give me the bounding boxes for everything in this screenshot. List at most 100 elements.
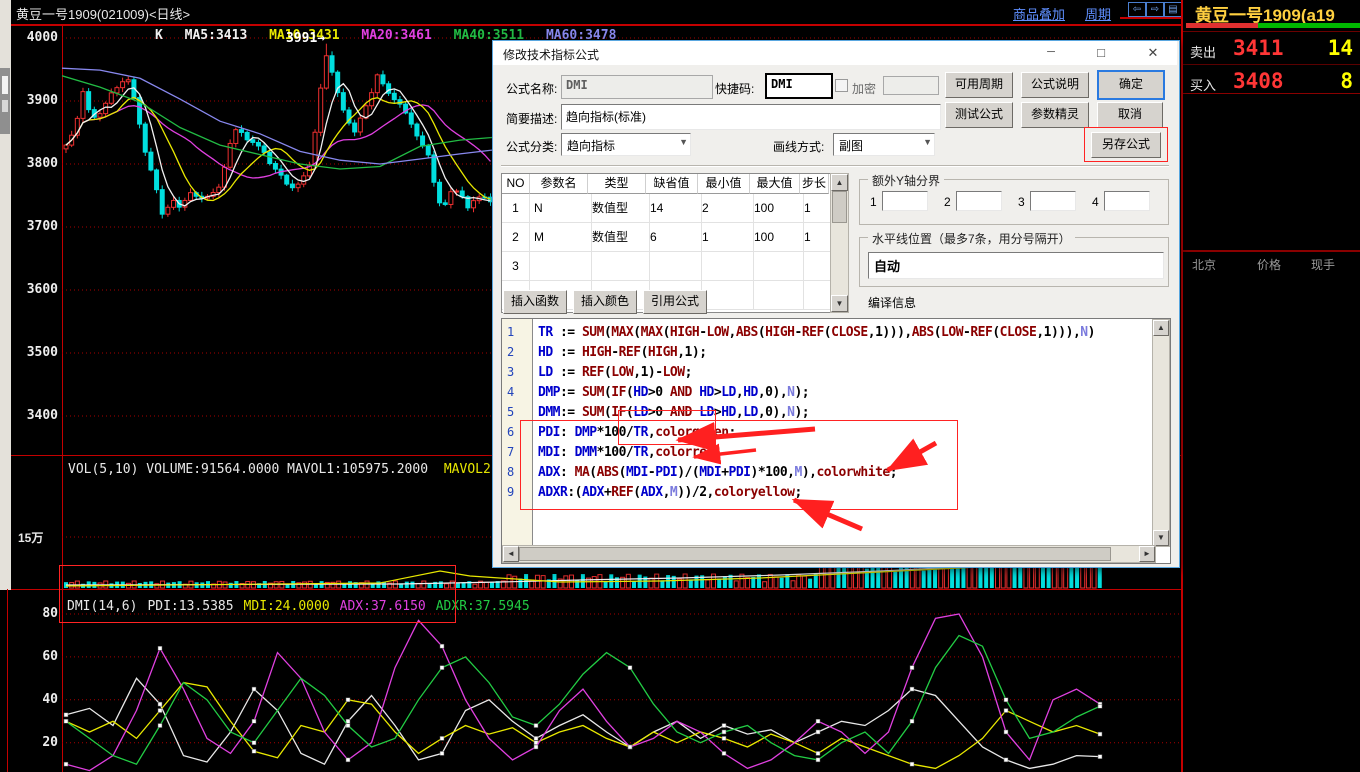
extra-y-input[interactable] xyxy=(882,191,928,211)
formula-name-input[interactable]: DMI xyxy=(561,75,713,99)
scroll-up-icon[interactable]: ▲ xyxy=(831,174,848,191)
back-icon[interactable]: ⇦ xyxy=(1128,2,1146,17)
formula-editor-dialog[interactable]: 修改技术指标公式 ─ □ ✕ 公式名称: DMI 快捷码: DMI 加密 可用周… xyxy=(492,40,1180,568)
scroll-down-icon[interactable]: ▼ xyxy=(831,295,848,312)
code-token: HD xyxy=(743,385,758,400)
table-cell[interactable] xyxy=(530,252,592,281)
hline-input[interactable]: 自动 xyxy=(868,252,1164,279)
code-line[interactable]: LD := REF(LOW,1)-LOW; xyxy=(538,365,692,380)
dmi-chart[interactable] xyxy=(62,590,1181,772)
code-token: ,1))), xyxy=(1036,325,1080,340)
code-token: REF xyxy=(582,365,604,380)
table-cell[interactable] xyxy=(698,252,754,281)
code-token: DMP xyxy=(575,425,597,440)
table-cell[interactable]: 6 xyxy=(646,223,702,252)
code-token: ; xyxy=(714,445,721,460)
param-wizard-button[interactable]: 参数精灵 xyxy=(1021,102,1089,128)
scroll-down-icon[interactable]: ▼ xyxy=(1153,530,1169,546)
maximize-icon[interactable]: □ xyxy=(1087,43,1115,62)
table-cell[interactable]: 数值型 xyxy=(588,223,650,252)
chevron-down-icon[interactable]: ▼ xyxy=(923,137,932,147)
insert-color-button[interactable]: 插入颜色 xyxy=(573,290,637,314)
split-window-icon[interactable]: ▤ xyxy=(1164,2,1182,17)
code-line[interactable]: MDI: DMM*100/TR,colorred; xyxy=(538,445,721,460)
code-line[interactable]: DMM:= SUM(IF(LD>0 AND LD>HD,LD,0),N); xyxy=(538,405,809,420)
extra-y-input[interactable] xyxy=(956,191,1002,211)
table-cell[interactable]: 1 xyxy=(800,223,833,252)
scroll-right-icon[interactable]: ► xyxy=(1139,546,1155,562)
dmi-legend: DMI(14,6)PDI:13.5385MDI:24.0000ADX:37.61… xyxy=(67,599,540,614)
table-cell[interactable]: 100 xyxy=(750,223,804,252)
code-line[interactable]: DMP:= SUM(IF(HD>0 AND HD>LD,HD,0),N); xyxy=(538,385,809,400)
table-cell[interactable] xyxy=(750,281,804,310)
table-cell[interactable]: M xyxy=(530,223,592,252)
draw-mode-select[interactable]: 副图 ▼ xyxy=(833,133,935,156)
extra-y-input[interactable] xyxy=(1104,191,1150,211)
code-token: : xyxy=(560,425,575,440)
code-token: - xyxy=(611,345,618,360)
table-cell[interactable]: 3 xyxy=(502,252,530,281)
editor-hscrollbar[interactable]: ◄ ► xyxy=(502,545,1156,563)
code-line[interactable]: PDI: DMP*100/TR,colorgreen; xyxy=(538,425,736,440)
ask-price[interactable]: 3411 xyxy=(1233,36,1284,60)
table-cell[interactable]: 数值型 xyxy=(588,194,650,223)
line-number: 6 xyxy=(507,425,514,439)
period-link[interactable]: 周期 xyxy=(1085,4,1111,23)
minimize-icon[interactable]: ─ xyxy=(1037,43,1065,62)
formula-class-select[interactable]: 趋向指标 ▼ xyxy=(561,133,691,156)
table-cell[interactable]: 1 xyxy=(800,194,833,223)
formula-code-editor[interactable]: 1TR := SUM(MAX(MAX(HIGH-LOW,ABS(HIGH-REF… xyxy=(501,318,1171,564)
table-cell[interactable] xyxy=(800,252,833,281)
dialog-title-bar[interactable]: 修改技术指标公式 ─ □ ✕ xyxy=(493,41,1177,65)
scroll-up-icon[interactable]: ▲ xyxy=(1153,320,1169,336)
ok-button[interactable]: 确定 xyxy=(1097,70,1165,100)
encrypt-checkbox[interactable] xyxy=(835,79,848,92)
code-token: HIGH xyxy=(648,345,677,360)
volume-legend-main: VOL(5,10) VOLUME:91564.0000 MAVOL1:10597… xyxy=(68,462,428,477)
compile-info-label: 编译信息 xyxy=(868,294,916,311)
parameter-table-scrollbar[interactable]: ▲ ▼ xyxy=(830,173,849,313)
table-cell[interactable]: 2 xyxy=(698,194,754,223)
scroll-thumb[interactable] xyxy=(832,191,847,223)
available-periods-button[interactable]: 可用周期 xyxy=(945,72,1013,98)
table-cell[interactable]: 1 xyxy=(502,194,530,223)
code-token: ) xyxy=(1088,325,1095,340)
code-token: :( xyxy=(567,485,582,500)
table-cell[interactable] xyxy=(646,252,702,281)
table-cell[interactable]: 14 xyxy=(646,194,702,223)
scroll-left-icon[interactable]: ◄ xyxy=(503,546,519,562)
close-icon[interactable]: ✕ xyxy=(1139,43,1167,62)
editor-vscrollbar[interactable]: ▲ ▼ xyxy=(1152,319,1170,547)
test-formula-button[interactable]: 测试公式 xyxy=(945,102,1013,128)
table-cell[interactable] xyxy=(750,252,804,281)
reference-formula-button[interactable]: 引用公式 xyxy=(643,290,707,314)
code-token: HD xyxy=(721,405,736,420)
ask-label: 卖出 xyxy=(1190,42,1216,61)
forward-icon[interactable]: ⇨ xyxy=(1146,2,1164,17)
code-line[interactable]: TR := SUM(MAX(MAX(HIGH-LOW,ABS(HIGH-REF(… xyxy=(538,325,1095,340)
cancel-button[interactable]: 取消 xyxy=(1097,102,1163,128)
chevron-down-icon[interactable]: ▼ xyxy=(679,137,688,147)
table-cell[interactable] xyxy=(800,281,833,310)
dmi-legend-item: DMI(14,6) xyxy=(67,599,137,614)
table-cell[interactable]: 1 xyxy=(698,223,754,252)
code-token: SUM xyxy=(582,325,604,340)
formula-help-button[interactable]: 公式说明 xyxy=(1021,72,1089,98)
table-cell[interactable] xyxy=(588,252,650,281)
bid-price[interactable]: 3408 xyxy=(1233,69,1284,93)
table-cell[interactable]: 100 xyxy=(750,194,804,223)
insert-function-button[interactable]: 插入函数 xyxy=(503,290,567,314)
save-as-button[interactable]: 另存公式 xyxy=(1091,132,1161,158)
table-cell[interactable]: 2 xyxy=(502,223,530,252)
code-line[interactable]: ADXR:(ADX+REF(ADX,M))/2,coloryellow; xyxy=(538,485,802,500)
shortcut-input[interactable]: DMI xyxy=(765,73,833,99)
code-line[interactable]: HD := HIGH-REF(HIGH,1); xyxy=(538,345,707,360)
overlay-link[interactable]: 商品叠加 xyxy=(1013,4,1065,23)
table-cell[interactable]: N xyxy=(530,194,592,223)
code-line[interactable]: ADX: MA(ABS(MDI-PDI)/(MDI+PDI)*100,M),co… xyxy=(538,465,897,480)
draw-mode-value: 副图 xyxy=(839,137,863,154)
description-input[interactable]: 趋向指标(标准) xyxy=(561,104,941,130)
extra-y-input[interactable] xyxy=(1030,191,1076,211)
line-number: 9 xyxy=(507,485,514,499)
scroll-thumb[interactable] xyxy=(519,547,1111,561)
